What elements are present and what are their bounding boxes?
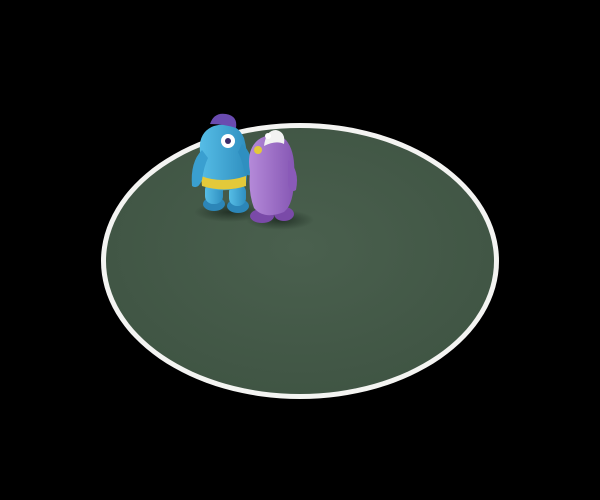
eye-icon: [254, 146, 262, 154]
mat-surface: [106, 128, 494, 394]
scene: [0, 0, 600, 500]
